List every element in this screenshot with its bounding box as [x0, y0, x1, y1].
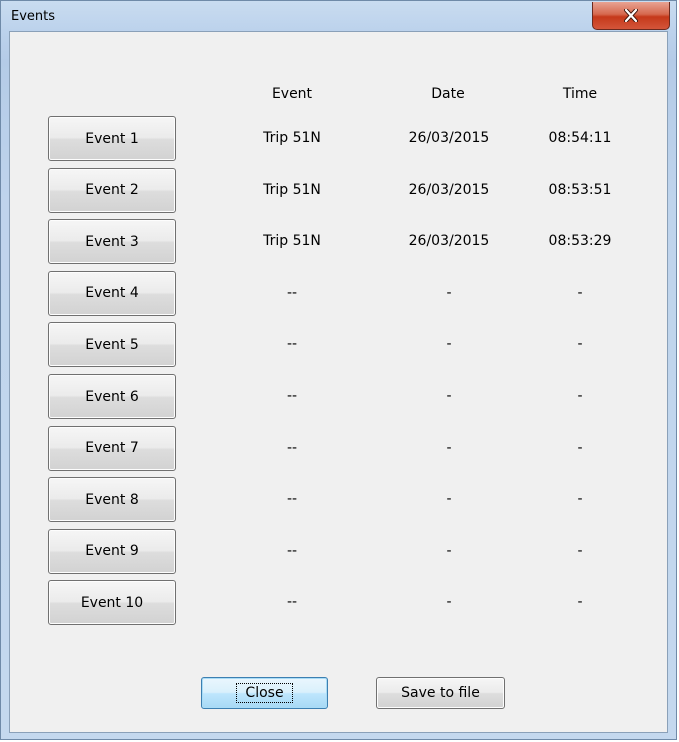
header-time: Time	[562, 86, 598, 102]
event-name-cell: --	[286, 284, 298, 301]
event-time-cell: -	[577, 336, 583, 353]
event-button-9[interactable]: Event 9	[48, 528, 176, 574]
event-button-5[interactable]: Event 5	[48, 322, 176, 368]
event-button-2[interactable]: Event 2	[48, 167, 176, 213]
event-button-4[interactable]: Event 4	[48, 270, 176, 316]
event-date-cell: -	[446, 594, 452, 611]
event-button-8[interactable]: Event 8	[48, 477, 176, 523]
event-time-cell: -	[577, 388, 583, 404]
event-date-cell: -	[446, 491, 452, 508]
event-date-cell: 26/03/2015	[408, 130, 490, 146]
event-time-cell: -	[577, 284, 583, 301]
event-button-7[interactable]: Event 7	[48, 425, 176, 471]
event-name-cell: Trip 51N	[263, 130, 321, 146]
event-button-3[interactable]: Event 3	[48, 219, 176, 265]
event-date-cell: -	[446, 542, 452, 559]
event-name-cell: --	[286, 491, 298, 508]
event-date-cell: -	[446, 388, 452, 404]
close-button[interactable]: Close	[201, 677, 328, 709]
event-name-cell: Trip 51N	[263, 181, 321, 198]
event-time-cell: -	[577, 491, 583, 508]
event-name-cell: --	[286, 594, 298, 611]
event-name-cell: --	[286, 388, 298, 404]
close-x-icon	[624, 9, 638, 22]
title-bar: Events	[1, 1, 676, 31]
window-title: Events	[11, 9, 56, 24]
event-time-cell: 08:53:29	[548, 233, 612, 250]
event-date-cell: 26/03/2015	[408, 233, 490, 250]
event-button-6[interactable]: Event 6	[48, 374, 176, 419]
close-button-label: Close	[236, 683, 293, 703]
header-date: Date	[431, 86, 465, 102]
event-button-1[interactable]: Event 1	[48, 116, 176, 161]
event-time-cell: -	[577, 542, 583, 559]
event-date-cell: -	[446, 439, 452, 456]
event-date-cell: 26/03/2015	[408, 181, 490, 198]
event-date-cell: -	[446, 336, 452, 353]
save-to-file-button[interactable]: Save to file	[376, 677, 505, 709]
event-name-cell: --	[286, 439, 298, 456]
event-name-cell: Trip 51N	[263, 233, 321, 250]
event-date-cell: -	[446, 284, 452, 301]
header-event: Event	[271, 86, 313, 102]
event-time-cell: -	[577, 439, 583, 456]
event-time-cell: -	[577, 594, 583, 611]
event-name-cell: --	[286, 336, 298, 353]
event-name-cell: --	[286, 542, 298, 559]
event-time-cell: 08:54:11	[548, 130, 612, 146]
event-time-cell: 08:53:51	[548, 181, 612, 198]
window-close-button[interactable]	[592, 2, 670, 30]
dialog-content: Event Date Time Event 1 Trip 51N 26/03/201…	[9, 31, 668, 733]
events-dialog: Events Event Date Time Event 1 Trip 51N 26…	[0, 0, 677, 740]
event-button-10[interactable]: Event 10	[48, 580, 176, 626]
